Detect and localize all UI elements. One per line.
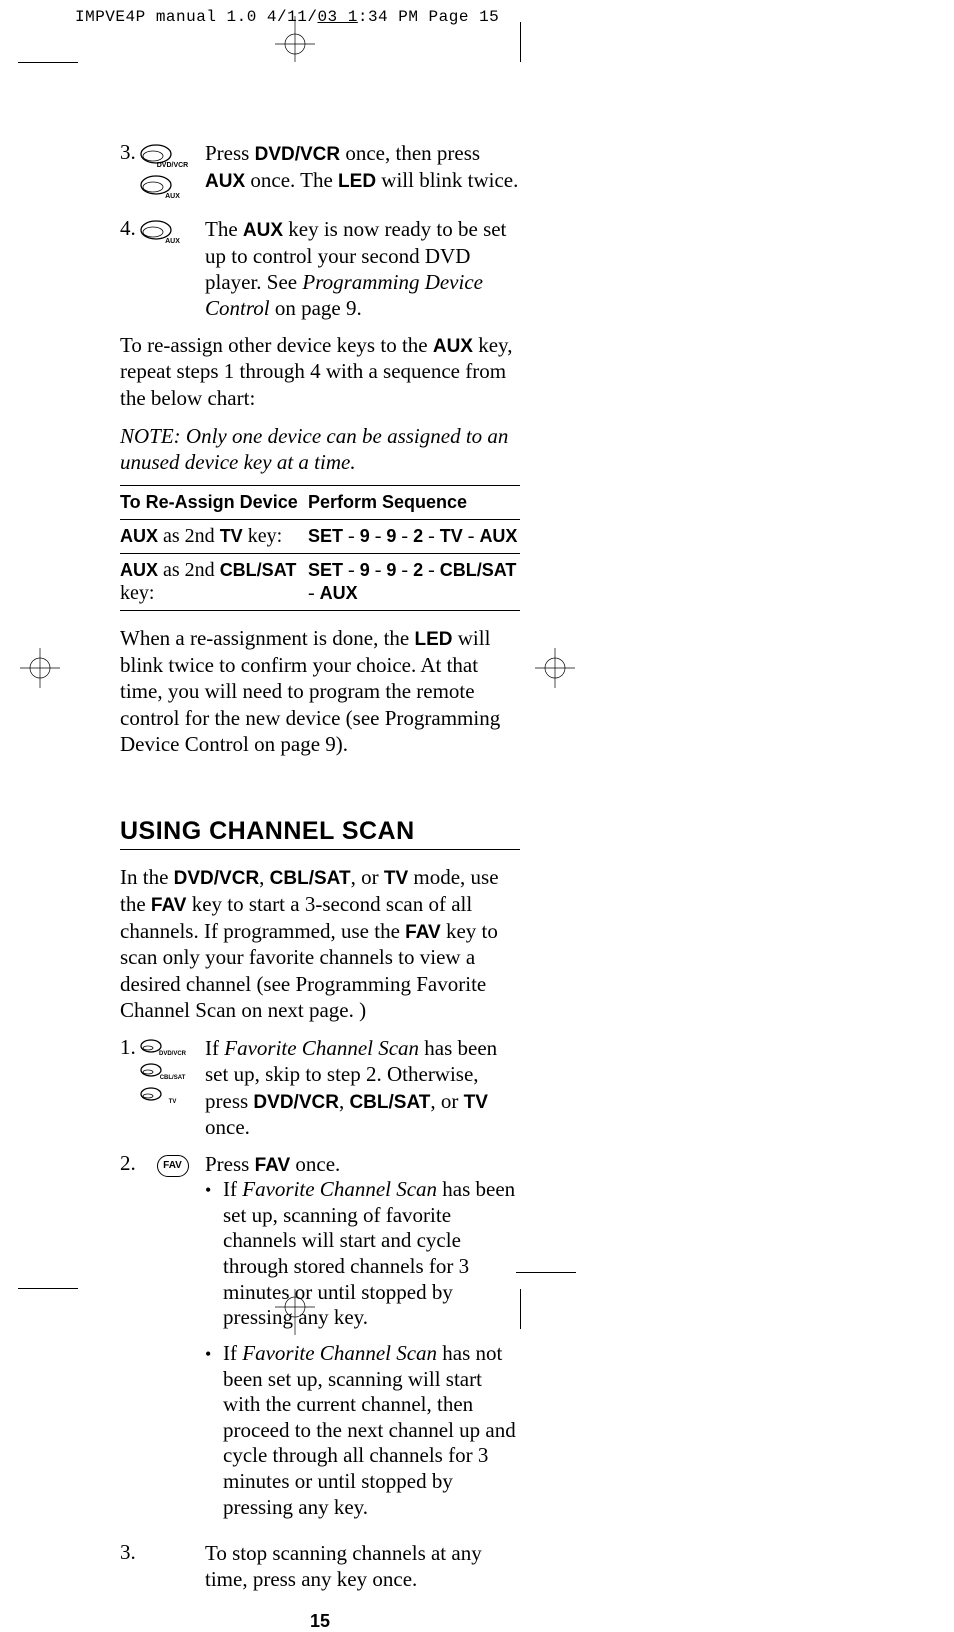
instruction-step: 3.DVD/VCR AUXPress DVD/VCR once, then pre… [120,140,520,206]
page-number: 15 [120,1611,520,1632]
page-content: 3.DVD/VCRAUXPress DVD/VCR once, then pre… [120,140,520,1632]
step-text: The AUX key is now ready to be set up to… [205,216,520,322]
trim-mark [520,1289,521,1329]
remote-key-icon: DVD/VCR [140,144,205,169]
scan-intro-paragraph: In the DVD/VCR, CBL/SAT, or TV mode, use… [120,864,520,1023]
section-heading: USING CHANNEL SCAN [120,817,520,850]
reassign-table: To Re-Assign Device Perform Sequence AUX… [120,485,520,611]
trim-mark [516,1272,576,1273]
instruction-step: 1.DVD/VCR CBL/SAT TVIf Favorite Channel Sc… [120,1035,520,1141]
step-number: 3. [120,140,140,206]
registration-mark-icon [275,16,315,62]
step-number: 4. [120,216,140,322]
reassign-paragraph: To re-assign other device keys to the AU… [120,332,520,411]
step-number: 2. [120,1151,140,1531]
instruction-step: 4.AUXThe AUX key is now ready to be set … [120,216,520,322]
remote-key-icon: DVD/VCR [140,1039,205,1057]
step-text: To stop scanning channels at any time, p… [205,1540,520,1593]
note-text: NOTE: Only one device can be assigned to… [120,423,520,476]
remote-key-icon: CBL/SAT [140,1063,205,1081]
step-text: Press FAV once.•If Favorite Channel Scan… [205,1151,520,1531]
remote-key-icon: AUX [140,175,205,200]
table-row: AUX as 2nd TV key:SET - 9 - 9 - 2 - TV -… [120,520,520,554]
registration-mark-icon [20,648,60,688]
instruction-step: 3. To stop scanning channels at any time,… [120,1540,520,1593]
step-number: 1. [120,1035,140,1141]
trim-mark [18,62,78,63]
remote-key-icon: AUX [140,220,205,245]
remote-key-icon: TV [140,1087,205,1105]
step-text: Press DVD/VCR once, then press AUX once.… [205,140,520,206]
confirm-paragraph: When a re-assignment is done, the LED wi… [120,625,520,757]
trim-mark [520,22,521,62]
table-header: To Re-Assign Device [120,486,308,520]
bullet-item: •If Favorite Channel Scan has not been s… [205,1341,520,1520]
step-number: 3. [120,1540,140,1593]
remote-key-icon: FAV [157,1155,189,1177]
registration-mark-icon [535,648,575,688]
trim-mark [18,1288,78,1289]
instruction-step: 2. FAV Press FAV once.•If Favorite Channel… [120,1151,520,1531]
step-text: If Favorite Channel Scan has been set up… [205,1035,520,1141]
table-row: AUX as 2nd CBL/SAT key:SET - 9 - 9 - 2 -… [120,554,520,611]
bullet-item: •If Favorite Channel Scan has been set u… [205,1177,520,1331]
table-header: Perform Sequence [308,486,520,520]
